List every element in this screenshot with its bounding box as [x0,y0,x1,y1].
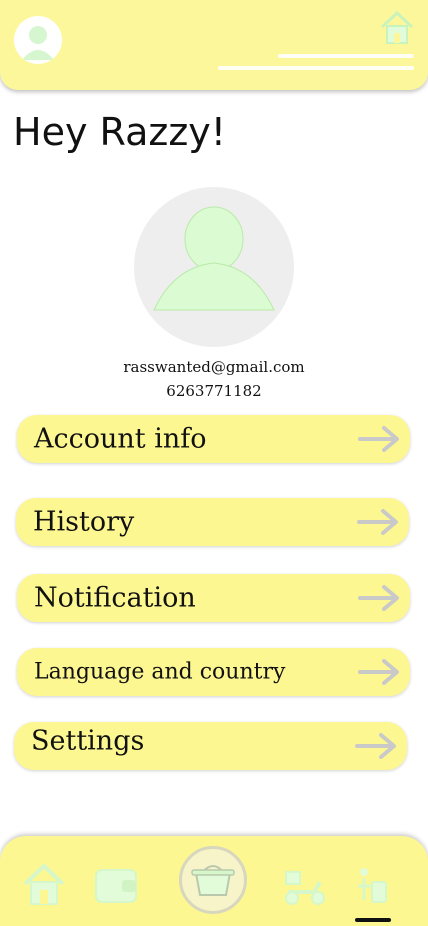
arrow-right-icon [358,659,399,685]
menu-item-label: History [33,506,135,538]
top-bar [0,0,428,90]
profile-email: rasswanted@gmail.com [123,358,305,376]
person-luggage-icon[interactable] [354,866,390,906]
menu-item-language-country[interactable]: Language and country [17,648,410,696]
menu-item-history[interactable]: History [16,498,409,546]
arrow-right-icon [355,733,396,759]
cart-icon [191,865,235,896]
arrow-right-icon [358,585,399,611]
decorative-line [278,54,414,58]
home-icon[interactable] [22,862,66,906]
profile-picture[interactable] [134,187,294,347]
decorative-line [218,66,414,70]
greeting-heading: Hey Razzy! [13,110,226,154]
menu-item-account-info[interactable]: Account info [17,415,410,463]
arrow-right-icon [357,509,398,535]
menu-item-notification[interactable]: Notification [17,574,410,622]
menu-item-label: Account info [34,423,207,455]
cart-button[interactable] [179,846,247,914]
wallet-icon[interactable] [94,866,138,906]
delivery-scooter-icon[interactable] [282,866,328,906]
menu-item-label: Notification [34,582,196,614]
menu-item-label: Language and country [34,659,286,685]
profile-avatar-icon[interactable] [14,16,62,64]
arrow-right-icon [358,426,399,452]
menu-item-label: Settings [31,725,145,757]
home-icon[interactable] [380,10,414,46]
profile-phone: 6263771182 [166,382,262,400]
home-indicator [355,918,391,922]
menu-item-settings[interactable]: Settings [14,722,407,770]
